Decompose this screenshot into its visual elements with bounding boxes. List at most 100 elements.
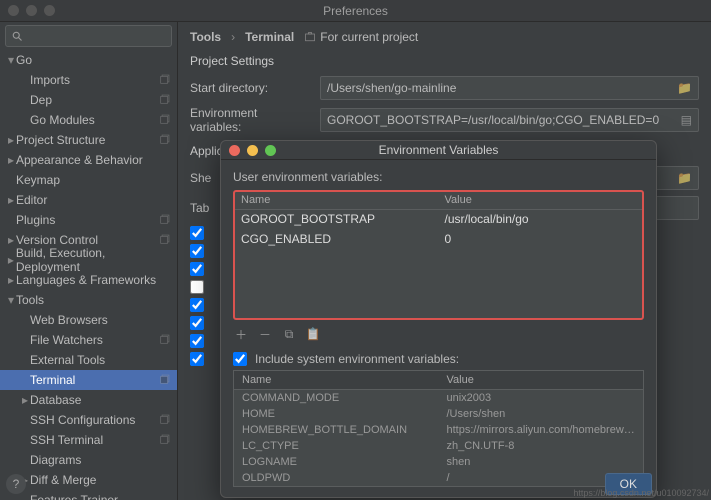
sidebar-item-external-tools[interactable]: External Tools <box>0 350 177 370</box>
sidebar-item-label: External Tools <box>30 353 105 367</box>
chevron-right-icon: ▸ <box>6 153 16 167</box>
sidebar-item-appearance-behavior[interactable]: ▸Appearance & Behavior <box>0 150 177 170</box>
sidebar-item-database[interactable]: ▸Database <box>0 390 177 410</box>
sidebar-item-label: File Watchers <box>30 333 103 347</box>
help-button[interactable]: ? <box>6 474 26 494</box>
var-name: CGO_ENABLED <box>235 230 439 250</box>
project-cfg-icon <box>160 413 171 427</box>
sidebar-item-label: Tools <box>16 293 44 307</box>
option-4[interactable] <box>190 280 204 294</box>
sidebar-item-imports[interactable]: Imports <box>0 70 177 90</box>
close-dot[interactable] <box>8 5 19 16</box>
project-cfg-icon <box>160 233 171 247</box>
sidebar-item-label: Appearance & Behavior <box>16 153 143 167</box>
sidebar-item-editor[interactable]: ▸Editor <box>0 190 177 210</box>
sys-var-name: LOGNAME <box>234 454 439 470</box>
sidebar-item-ssh-terminal[interactable]: SSH Terminal <box>0 430 177 450</box>
sidebar-item-tools[interactable]: ▾Tools <box>0 290 177 310</box>
watermark: https://blog.csdn.net/u010092734/ <box>573 488 709 498</box>
sidebar-item-diagrams[interactable]: Diagrams <box>0 450 177 470</box>
sys-var-row: LC_CTYPEzh_CN.UTF-8 <box>234 438 643 454</box>
remove-icon[interactable]: － <box>257 326 273 342</box>
project-settings-header: Project Settings <box>190 54 699 68</box>
copy-icon[interactable]: ⧉ <box>281 326 297 342</box>
option-7[interactable] <box>190 334 204 348</box>
settings-tree: ▾Go Imports Dep Go Modules ▸Project Structur… <box>0 50 177 500</box>
folder-icon[interactable]: 📁 <box>677 171 692 185</box>
project-cfg-icon <box>160 73 171 87</box>
user-var-row[interactable]: CGO_ENABLED0 <box>235 230 642 250</box>
sidebar-item-label: Imports <box>30 73 70 87</box>
breadcrumb: Tools › Terminal For current project <box>190 30 699 44</box>
sidebar-item-build-execution-deployment[interactable]: ▸Build, Execution, Deployment <box>0 250 177 270</box>
user-var-row[interactable]: GOROOT_BOOTSTRAP/usr/local/bin/go <box>235 210 642 230</box>
env-vars-field[interactable]: GOROOT_BOOTSTRAP=/usr/local/bin/go;CGO_E… <box>320 108 699 132</box>
sys-var-value: https://mirrors.aliyun.com/homebrew/home… <box>439 422 644 438</box>
chevron-right-icon: ▸ <box>6 193 16 207</box>
include-sys-checkbox[interactable] <box>233 352 247 366</box>
sidebar-item-go-modules[interactable]: Go Modules <box>0 110 177 130</box>
crumb-terminal: Terminal <box>245 30 294 44</box>
max-dot[interactable] <box>44 5 55 16</box>
search-input[interactable] <box>5 25 172 47</box>
sidebar-item-label: Plugins <box>16 213 55 227</box>
option-8[interactable] <box>190 352 204 366</box>
sidebar-item-label: SSH Configurations <box>30 413 135 427</box>
option-2[interactable] <box>190 244 204 258</box>
sidebar-item-diff-merge[interactable]: ▸Diff & Merge <box>0 470 177 490</box>
sidebar-item-terminal[interactable]: Terminal <box>0 370 177 390</box>
project-icon <box>304 31 316 43</box>
start-dir-field[interactable]: /Users/shen/go-mainline 📁 <box>320 76 699 100</box>
folder-icon[interactable]: 📁 <box>677 81 692 95</box>
sys-var-value: shen <box>439 454 644 470</box>
option-5[interactable] <box>190 298 204 312</box>
dialog-close-dot[interactable] <box>229 145 240 156</box>
sys-var-row: HOMEBREW_BOTTLE_DOMAINhttps://mirrors.al… <box>234 422 643 438</box>
sidebar-item-languages-frameworks[interactable]: ▸Languages & Frameworks <box>0 270 177 290</box>
sidebar-item-label: Languages & Frameworks <box>16 273 156 287</box>
sidebar-item-features-trainer[interactable]: Features Trainer <box>0 490 177 500</box>
sidebar-item-web-browsers[interactable]: Web Browsers <box>0 310 177 330</box>
project-cfg-icon <box>160 213 171 227</box>
option-3[interactable] <box>190 262 204 276</box>
option-6[interactable] <box>190 316 204 330</box>
sys-var-name: LC_CTYPE <box>234 438 439 454</box>
dialog-max-dot[interactable] <box>265 145 276 156</box>
env-vars-label: Environment variables: <box>190 106 310 134</box>
sidebar-item-label: Go Modules <box>30 113 95 127</box>
sidebar-item-go[interactable]: ▾Go <box>0 50 177 70</box>
dialog-min-dot[interactable] <box>247 145 258 156</box>
sidebar-item-label: Diff & Merge <box>30 473 96 487</box>
sidebar-item-project-structure[interactable]: ▸Project Structure <box>0 130 177 150</box>
sidebar-item-label: Terminal <box>30 373 75 387</box>
user-vars-toolbar: ＋ － ⧉ 📋 <box>233 326 644 342</box>
window-titlebar: Preferences <box>0 0 711 22</box>
dialog-titlebar: Environment Variables <box>221 141 656 160</box>
sidebar-item-plugins[interactable]: Plugins <box>0 210 177 230</box>
chevron-right-icon: ▸ <box>6 253 16 267</box>
sidebar-item-dep[interactable]: Dep <box>0 90 177 110</box>
list-icon[interactable]: ▤ <box>681 113 692 127</box>
sidebar-item-ssh-configurations[interactable]: SSH Configurations <box>0 410 177 430</box>
sidebar-item-label: Dep <box>30 93 52 107</box>
sys-var-name: COMMAND_MODE <box>234 390 439 406</box>
project-cfg-icon <box>160 373 171 387</box>
option-1[interactable] <box>190 226 204 240</box>
env-vars-dialog: Environment Variables User environment v… <box>220 140 657 498</box>
var-value: /usr/local/bin/go <box>439 210 643 230</box>
search-icon <box>11 30 23 42</box>
sidebar-item-label: Keymap <box>16 173 60 187</box>
sys-col-name: Name <box>234 371 439 389</box>
project-cfg-icon <box>160 133 171 147</box>
user-vars-table[interactable]: Name Value GOROOT_BOOTSTRAP/usr/local/bi… <box>233 190 644 320</box>
min-dot[interactable] <box>26 5 37 16</box>
add-icon[interactable]: ＋ <box>233 326 249 342</box>
sidebar-item-keymap[interactable]: Keymap <box>0 170 177 190</box>
paste-icon[interactable]: 📋 <box>305 326 321 342</box>
crumb-tools[interactable]: Tools <box>190 30 221 44</box>
sys-col-value: Value <box>439 371 644 389</box>
sidebar-item-label: Go <box>16 53 32 67</box>
chevron-right-icon: ▸ <box>6 233 16 247</box>
sys-vars-table[interactable]: Name Value COMMAND_MODEunix2003HOME/User… <box>233 370 644 487</box>
sidebar-item-file-watchers[interactable]: File Watchers <box>0 330 177 350</box>
